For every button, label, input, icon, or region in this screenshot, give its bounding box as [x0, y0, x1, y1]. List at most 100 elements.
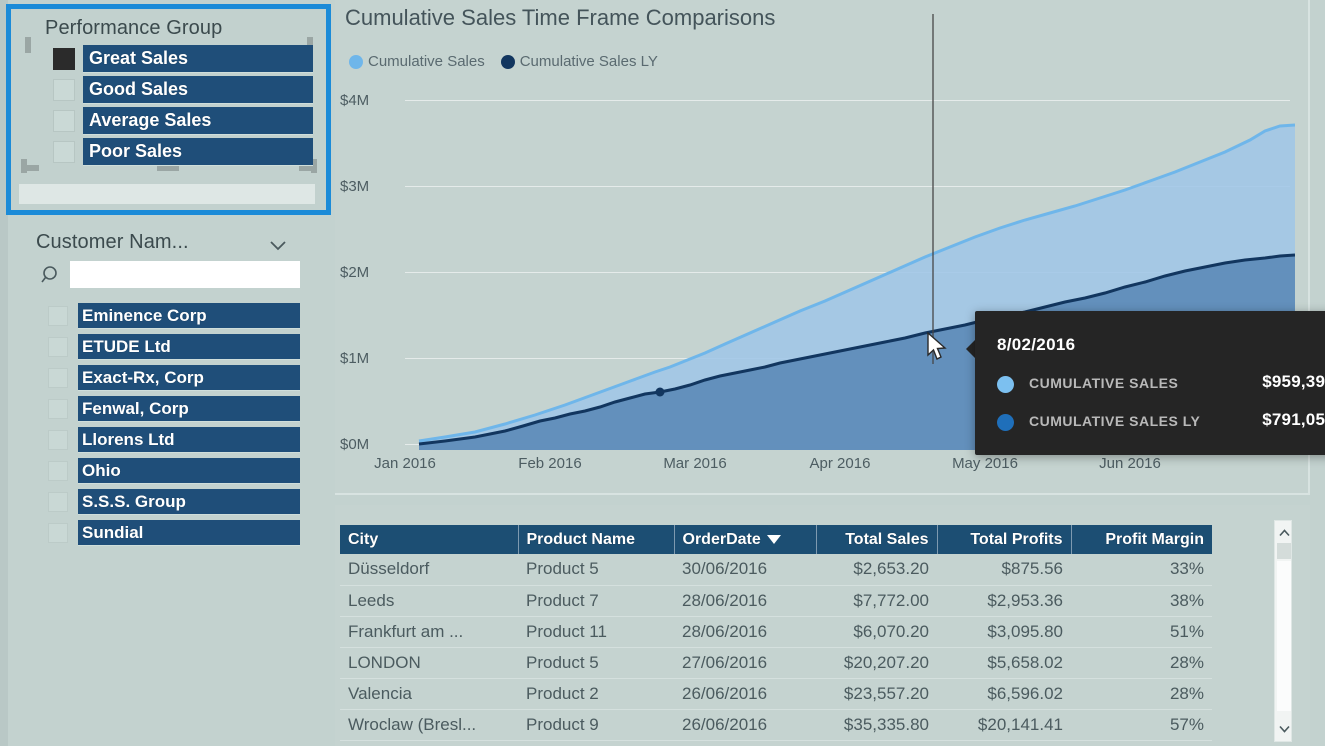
column-header-total-sales[interactable]: Total Sales [816, 525, 938, 554]
sales-detail-table-wrapper[interactable]: City Product Name OrderDate Total Sales … [340, 525, 1212, 746]
table-cell: 26/06/2016 [674, 709, 816, 741]
tooltip-swatch-icon [997, 376, 1014, 393]
powerbi-report-canvas: Performance Group Great Sales Good Sales A… [0, 0, 1325, 746]
table-cell: 38% [1071, 585, 1212, 617]
tooltip-measure-value: $791,055.60 [1262, 410, 1325, 429]
customer-name-item[interactable]: ETUDE Ltd [78, 334, 300, 360]
table-row[interactable]: Wroclaw (Bresl... Product 9 26/06/2016 $35,… [340, 709, 1212, 741]
customer-name-item-label: Llorens Ltd [82, 429, 175, 449]
column-header-total-profits[interactable]: Total Profits [937, 525, 1072, 554]
table-row[interactable]: Frankfurt am ... Product 11 28/06/2016 $6,0… [340, 616, 1212, 648]
customer-name-item[interactable]: Ohio [78, 458, 300, 484]
legend-item-cumulative-sales-ly[interactable]: Cumulative Sales LY [500, 53, 658, 70]
tooltip-row-cumulative-sales: CUMULATIVE SALES $959,393.10 [997, 372, 1325, 398]
table-cell: Product 2 [518, 740, 674, 746]
main-content: Cumulative Sales Time Frame Comparisons … [330, 0, 1325, 746]
column-header-city[interactable]: City [340, 525, 519, 554]
tooltip-measure-value: $959,393.10 [1262, 372, 1325, 391]
legend-item-cumulative-sales[interactable]: Cumulative Sales [349, 53, 485, 70]
table-cell: $23,557.20 [816, 678, 937, 710]
customer-name-item[interactable]: Fenwal, Corp [78, 396, 300, 422]
tooltip-measure-name: CUMULATIVE SALES [1029, 375, 1179, 391]
scrollbar-thumb[interactable] [1277, 561, 1291, 711]
y-axis-tick-2m: $2M [340, 264, 370, 281]
customer-name-checkbox-2[interactable] [48, 368, 68, 388]
performance-group-item[interactable]: Average Sales [83, 107, 313, 135]
y-axis-tick-4m: $4M [340, 92, 370, 109]
performance-group-item[interactable]: Great Sales [83, 45, 313, 73]
table-row[interactable]: Valencia Product 2 26/06/2016 $23,557.20 $6,… [340, 678, 1212, 710]
table-cell: 33% [1071, 554, 1212, 586]
performance-group-item-label: Poor Sales [89, 141, 183, 161]
y-axis-tick-0m: $0M [340, 436, 370, 453]
chevron-down-icon[interactable] [1275, 719, 1293, 739]
table-row[interactable]: Leeds Product 7 28/06/2016 $7,772.00 $2,953.… [340, 585, 1212, 617]
table-cell: 28/06/2016 [674, 616, 816, 648]
performance-group-slicer-title: Performance Group [45, 17, 223, 39]
customer-name-checkbox-3[interactable] [48, 399, 68, 419]
customer-name-checkbox-1[interactable] [48, 337, 68, 357]
scrollbar-track-mark [1277, 543, 1291, 559]
chevron-down-icon[interactable] [268, 236, 288, 256]
customer-name-item-label: Fenwal, Corp [82, 398, 189, 418]
column-header-product-name[interactable]: Product Name [518, 525, 675, 554]
customer-name-checkbox-5[interactable] [48, 461, 68, 481]
table-cell: Frankfurt am ... [340, 616, 518, 648]
performance-group-checkbox-3[interactable] [53, 141, 75, 163]
table-row[interactable]: BarcelonaProduct 225/06/2016$27,000.20$1… [340, 740, 1212, 746]
customer-name-item[interactable]: Exact-Rx, Corp [78, 365, 300, 391]
column-header-orderdate[interactable]: OrderDate [674, 525, 817, 554]
customer-name-item[interactable]: Eminence Corp [78, 303, 300, 329]
performance-group-item-label: Good Sales [89, 79, 189, 99]
x-axis-tick-jun: Jun 2016 [1099, 455, 1161, 472]
table-cell: 28/06/2016 [674, 585, 816, 617]
tooltip-measure-name: CUMULATIVE SALES LY [1029, 413, 1201, 429]
column-header-profit-margin[interactable]: Profit Margin [1071, 525, 1212, 554]
customer-name-checkbox-6[interactable] [48, 492, 68, 512]
customer-name-checkbox-7[interactable] [48, 523, 68, 543]
customer-name-slicer-title: Customer Nam... [36, 231, 189, 253]
table-header-row: City Product Name OrderDate Total Sales … [340, 525, 1212, 554]
table-cell: Product 5 [518, 554, 674, 586]
table-cell: $2,653.20 [816, 554, 937, 586]
customer-name-item[interactable]: Sundial [78, 520, 300, 546]
sort-descending-icon [766, 534, 781, 544]
performance-group-checkbox-0[interactable] [53, 48, 75, 70]
performance-group-slicer[interactable]: Performance Group Great Sales Good Sales A… [6, 4, 331, 215]
table-cell: 26/06/2016 [674, 678, 816, 710]
resize-handle-bottom-left-v[interactable] [21, 159, 27, 173]
performance-group-item[interactable]: Good Sales [83, 76, 313, 104]
legend-swatch-icon [349, 54, 363, 69]
x-axis-tick-may: May 2016 [952, 455, 1018, 472]
table-cell: 57% [1071, 709, 1212, 741]
table-cell: $7,772.00 [816, 585, 937, 617]
table-cell: Wroclaw (Bresl... [340, 709, 518, 741]
slicer-footer-strip [19, 184, 315, 204]
customer-name-item[interactable]: Llorens Ltd [78, 427, 300, 453]
table-cell: $20,207.20 [816, 647, 937, 679]
resize-handle-left-top[interactable] [25, 37, 31, 53]
customer-name-checkbox-0[interactable] [48, 306, 68, 326]
chevron-up-icon[interactable] [1275, 523, 1293, 543]
table-vertical-scrollbar[interactable] [1274, 520, 1292, 742]
customer-search-input[interactable] [70, 261, 300, 288]
table-cell: $27,000.20 [816, 740, 937, 746]
table-cell: $6,070.20 [816, 616, 937, 648]
table-row[interactable]: LONDON Product 5 27/06/2016 $20,207.20 $5,65… [340, 647, 1212, 679]
performance-group-item[interactable]: Poor Sales [83, 138, 313, 166]
table-cell: 28% [1071, 678, 1212, 710]
performance-group-checkbox-2[interactable] [53, 110, 75, 132]
table-cell: $3,095.80 [937, 616, 1071, 648]
cumulative-sales-chart-card: Cumulative Sales Time Frame Comparisons … [335, 0, 1325, 495]
performance-group-slicer-body: Performance Group Great Sales Good Sales A… [11, 9, 326, 210]
table-cell: Leeds [340, 585, 518, 617]
table-cell: $6,596.02 [937, 678, 1071, 710]
chart-hover-crosshair [932, 14, 934, 364]
table-cell: Product 9 [518, 709, 674, 741]
table-cell: 28% [1071, 647, 1212, 679]
slicer-sidebar: Performance Group Great Sales Good Sales A… [0, 0, 331, 746]
customer-name-item[interactable]: S.S.S. Group [78, 489, 300, 515]
customer-name-checkbox-4[interactable] [48, 430, 68, 450]
performance-group-checkbox-1[interactable] [53, 79, 75, 101]
table-row[interactable]: Düsseldorf Product 5 30/06/2016 $2,653.20 $8… [340, 554, 1212, 586]
